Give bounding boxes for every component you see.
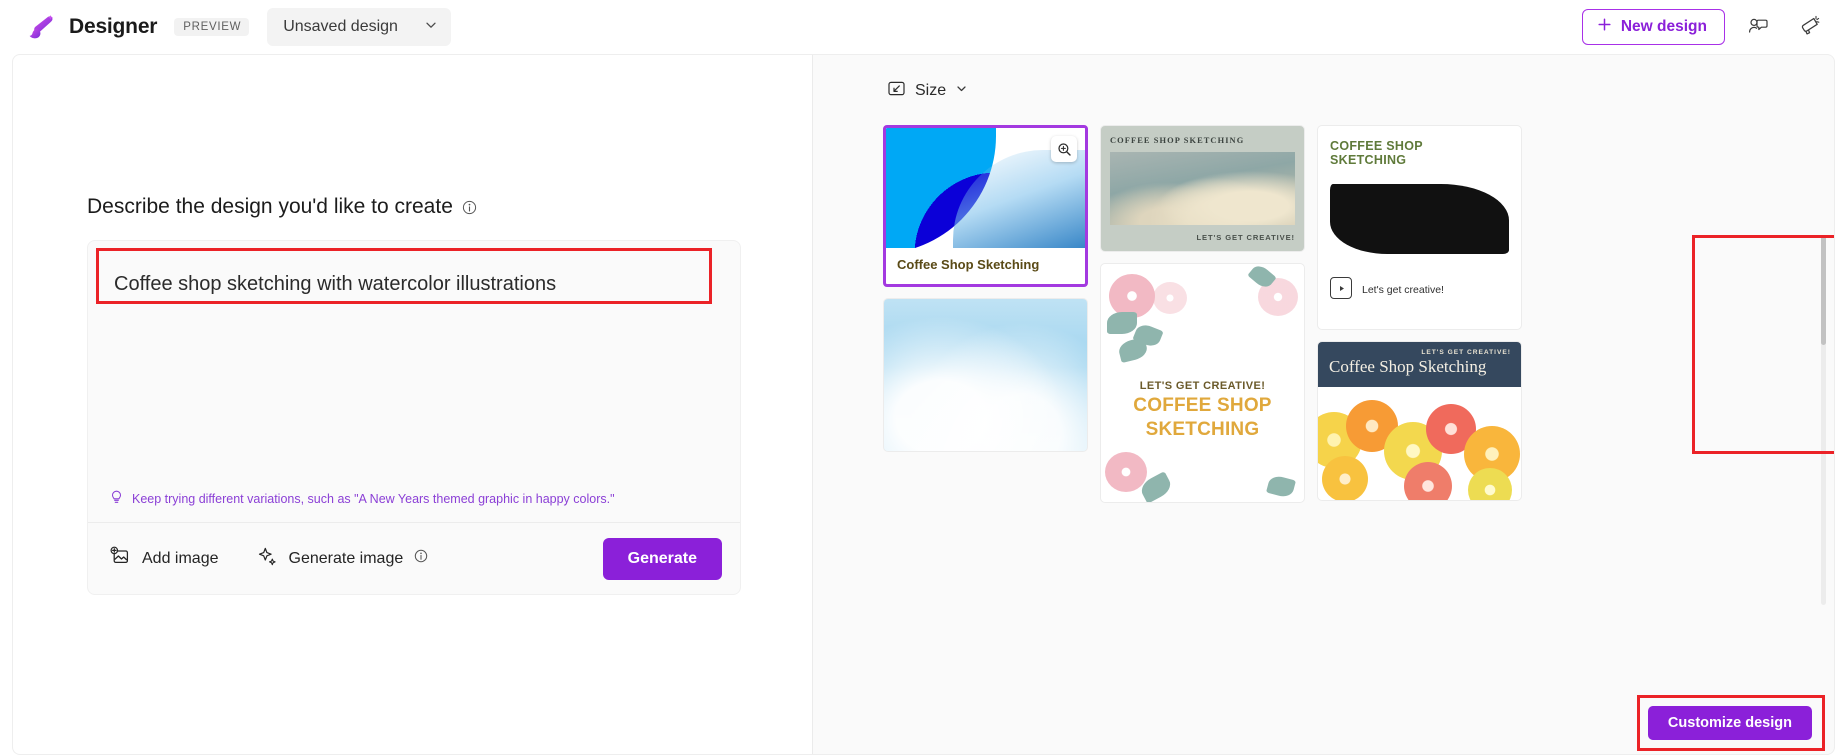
prompt-input-region[interactable]: Coffee shop sketching with watercolor il… [88, 241, 740, 490]
image-add-icon [110, 546, 131, 572]
design-card-header: LET'S GET CREATIVE! Coffee Shop Sketchin… [1318, 342, 1521, 387]
size-label: Size [915, 82, 947, 99]
design-card-art [1330, 184, 1509, 254]
design-card-citrus[interactable]: LET'S GET CREATIVE! Coffee Shop Sketchin… [1317, 341, 1522, 501]
design-card-blue-arc[interactable]: Coffee Shop Sketching [883, 125, 1088, 288]
document-name-dropdown[interactable]: Unsaved design [267, 8, 451, 46]
megaphone-icon [1797, 14, 1820, 40]
design-card-subtitle: LET'S GET CREATIVE! [1196, 233, 1295, 242]
prompt-panel: Describe the design you'd like to create… [12, 54, 812, 755]
new-design-label: New design [1620, 18, 1707, 35]
design-card-text: LET'S GET CREATIVE! COFFEE SHOP SKETCHIN… [1101, 380, 1304, 440]
plus-icon [1597, 17, 1612, 37]
design-card-title: LET'S GET CREATIVE! [1139, 380, 1266, 392]
size-dropdown[interactable]: Size [887, 79, 968, 103]
brand-area: Designer PREVIEW [26, 12, 250, 42]
designer-brush-logo-icon [26, 12, 56, 42]
generate-image-label: Generate image [288, 549, 404, 567]
lightbulb-icon [110, 490, 123, 508]
design-card-title: Coffee Shop Sketching [1329, 357, 1487, 376]
annotation-selected-card [1692, 235, 1834, 454]
results-panel: Size Coffee Shop Sketching COFFEE SHOP S… [812, 54, 1835, 755]
person-feedback-icon [1747, 15, 1769, 40]
design-card-headline-2: SKETCHING [1145, 418, 1260, 440]
design-card-sky-watercolor[interactable] [883, 298, 1088, 453]
feedback-button[interactable] [1741, 10, 1775, 44]
page-title: Describe the design you'd like to create [87, 195, 812, 219]
design-card-title-2: SKETCHING [1330, 153, 1407, 168]
sparkle-icon [257, 546, 278, 572]
app-header: Designer PREVIEW Unsaved design New desi… [0, 0, 1847, 54]
info-icon[interactable] [414, 549, 428, 568]
brand-name: Designer [69, 15, 158, 38]
design-card-floral[interactable]: LET'S GET CREATIVE! COFFEE SHOP SKETCHIN… [1100, 263, 1305, 503]
prompt-toolbar: Add image Generate image Generate [88, 522, 740, 594]
design-card-title-1: COFFEE SHOP [1330, 139, 1423, 153]
resize-icon [887, 79, 906, 103]
prompt-card: Coffee shop sketching with watercolor il… [87, 240, 741, 595]
design-card-art [1110, 152, 1295, 225]
new-design-button[interactable]: New design [1581, 9, 1725, 45]
announcement-button[interactable] [1791, 10, 1825, 44]
results-column-3: COFFEE SHOP SKETCHING Let's get creative… [1317, 125, 1522, 685]
generate-image-button[interactable]: Generate image [257, 546, 429, 572]
results-scrollbar-thumb[interactable] [1821, 235, 1826, 345]
results-column-1: Coffee Shop Sketching [883, 125, 1088, 685]
video-play-icon [1330, 277, 1352, 299]
design-card-art [884, 299, 1087, 452]
design-card-black-brush[interactable]: COFFEE SHOP SKETCHING Let's get creative… [1317, 125, 1522, 330]
customize-design-button[interactable]: Customize design [1647, 706, 1812, 740]
size-bar: Size [813, 55, 1834, 103]
add-image-button[interactable]: Add image [110, 546, 219, 572]
design-card-headline-1: COFFEE SHOP [1133, 395, 1272, 416]
prompt-area: Describe the design you'd like to create… [13, 55, 812, 595]
results-scrollbar[interactable] [1821, 235, 1826, 605]
results-column-2: COFFEE SHOP SKETCHING LET'S GET CREATIVE… [1100, 125, 1305, 685]
info-icon[interactable] [462, 200, 477, 215]
prompt-hint-text: Keep trying different variations, such a… [132, 492, 615, 506]
design-card-caption: Coffee Shop Sketching [897, 257, 1040, 272]
magnifier-zoom-in-icon[interactable] [1051, 136, 1077, 162]
app-body: Describe the design you'd like to create… [0, 54, 1847, 755]
prompt-hint: Keep trying different variations, such a… [88, 490, 740, 522]
prompt-input[interactable]: Coffee shop sketching with watercolor il… [108, 259, 720, 297]
design-card-title: COFFEE SHOP SKETCHING [1110, 136, 1245, 145]
design-card-kicker: LET'S GET CREATIVE! [1421, 349, 1511, 356]
design-card-art [1318, 398, 1521, 500]
design-card-caption: Let's get creative! [1362, 284, 1444, 296]
document-name-label: Unsaved design [283, 18, 398, 35]
header-actions: New design [1581, 9, 1825, 45]
design-card-vintage-clouds[interactable]: COFFEE SHOP SKETCHING LET'S GET CREATIVE… [1100, 125, 1305, 252]
generate-button[interactable]: Generate [602, 537, 722, 580]
customize-design-area: Customize design [1636, 695, 1825, 751]
chevron-down-icon [955, 82, 968, 100]
preview-badge: PREVIEW [174, 18, 250, 36]
add-image-label: Add image [142, 549, 219, 567]
chevron-down-icon [424, 18, 438, 37]
results-grid: Coffee Shop Sketching COFFEE SHOP SKETCH… [883, 125, 1523, 685]
page-title-text: Describe the design you'd like to create [87, 195, 453, 218]
